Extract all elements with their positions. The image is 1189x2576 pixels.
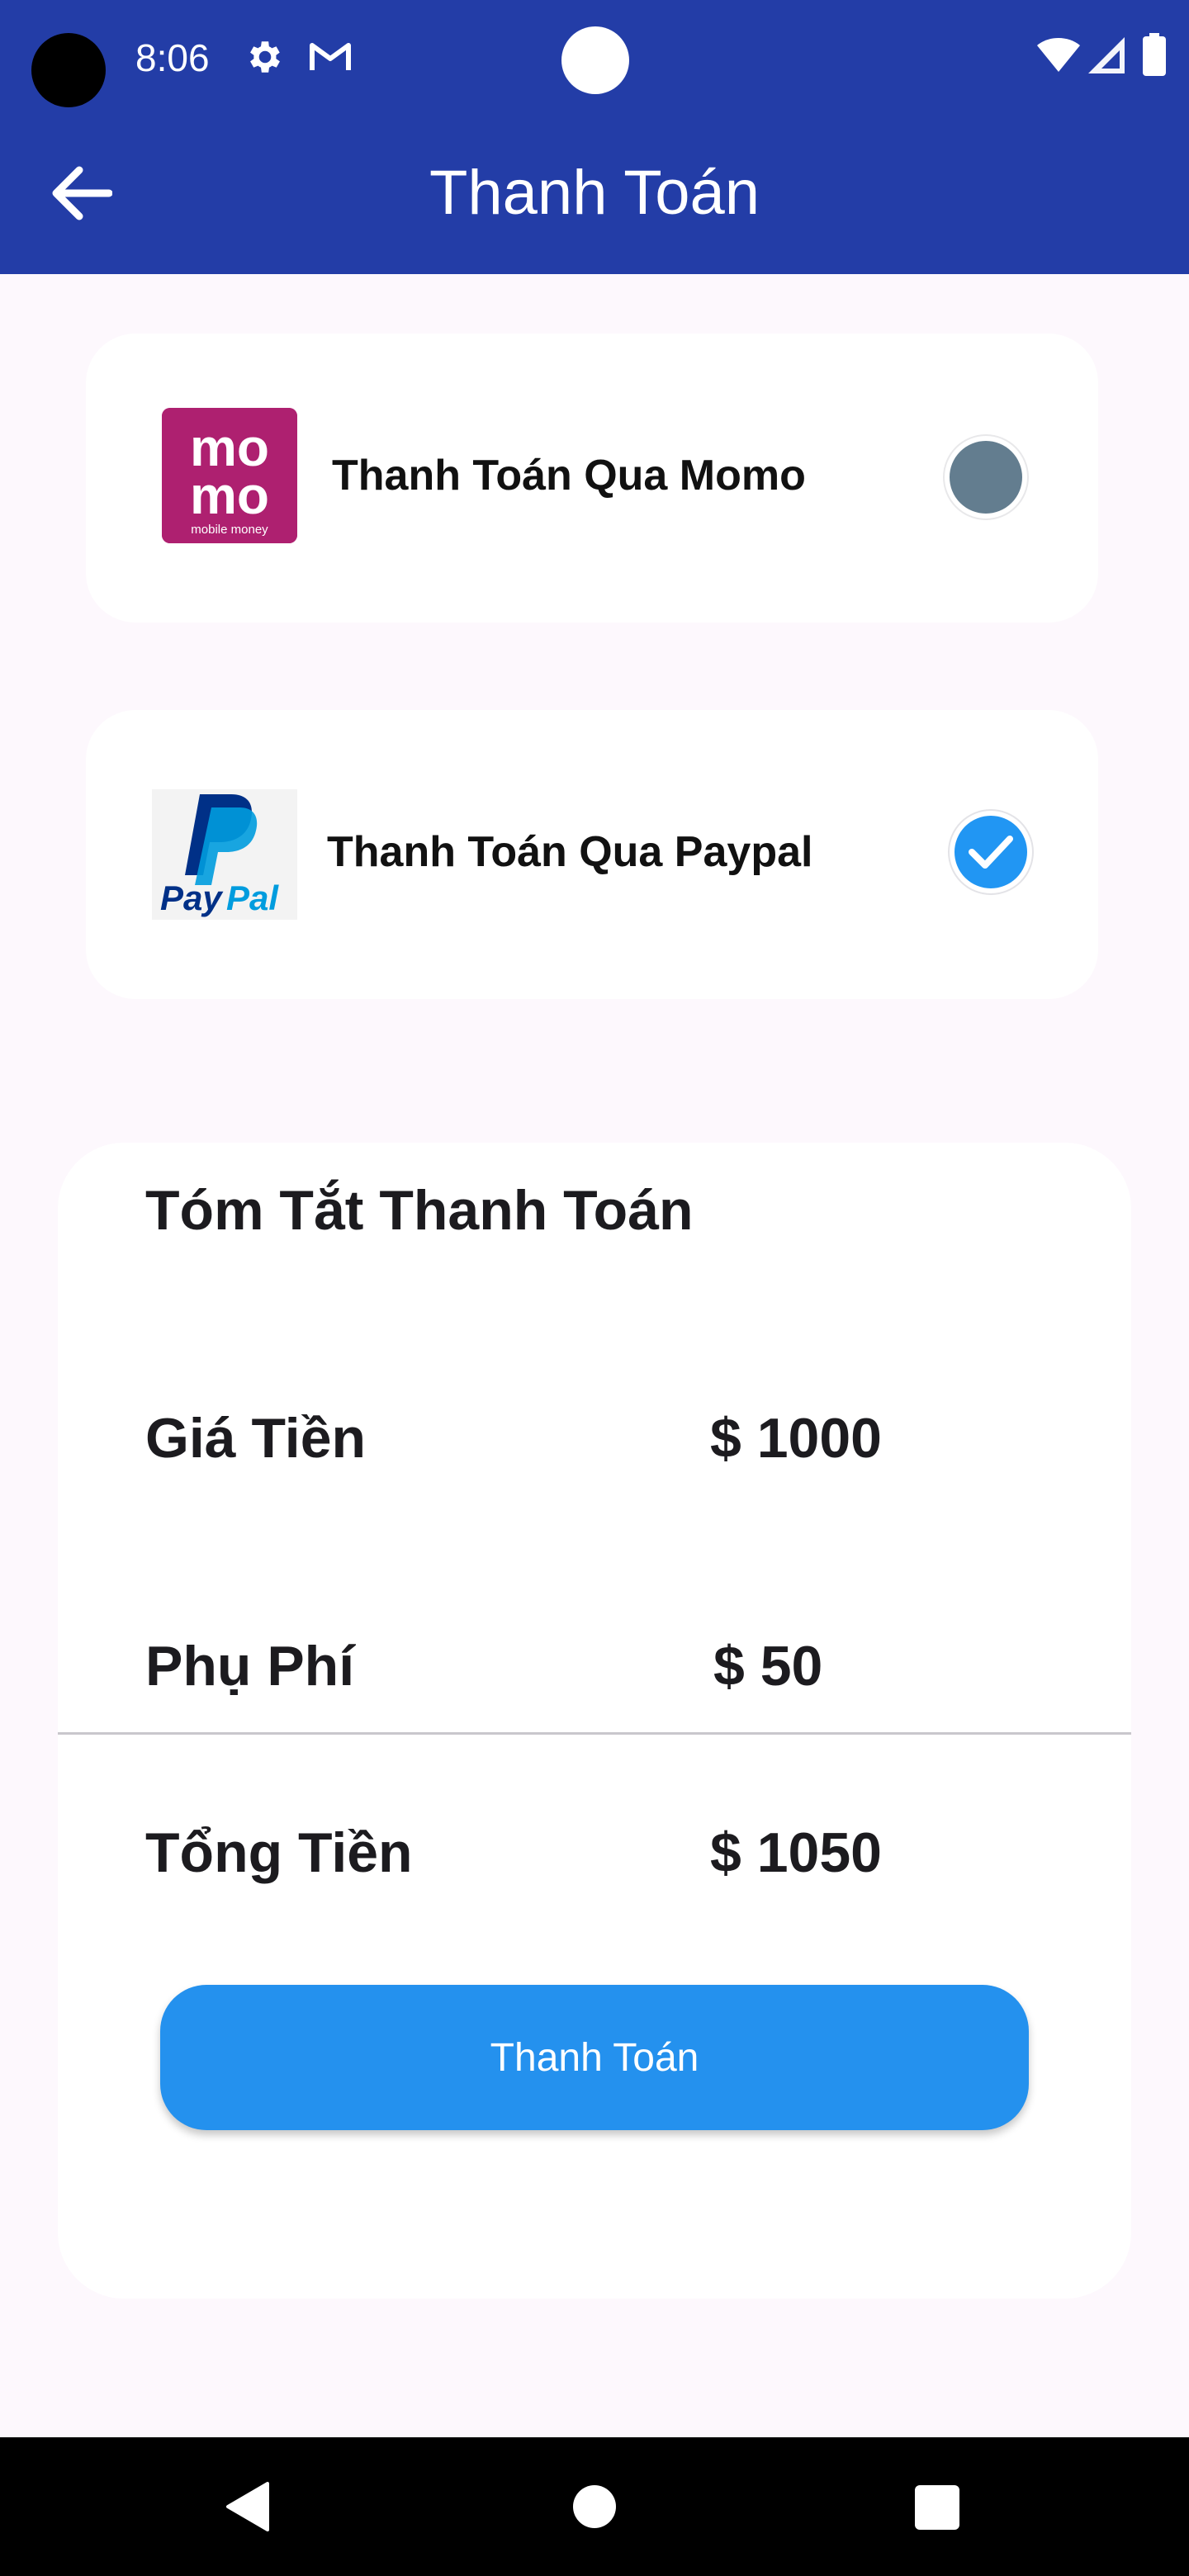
status-bar: 8:06 xyxy=(0,0,1189,116)
paypal-logo-pal: Pal xyxy=(226,878,279,917)
check-icon xyxy=(969,836,1013,869)
summary-title: Tóm Tắt Thanh Toán xyxy=(145,1179,694,1242)
nav-home-icon[interactable] xyxy=(573,2485,616,2528)
pay-button[interactable]: Thanh Toán xyxy=(160,1985,1029,2130)
payment-option-momo[interactable]: mo mo mobile money Thanh Toán Qua Momo xyxy=(86,334,1098,623)
app-bar: 8:06 Thanh Toán xyxy=(0,0,1189,274)
divider xyxy=(58,1732,1131,1735)
front-camera-dot xyxy=(561,26,629,94)
battery-icon xyxy=(1143,33,1166,76)
price-label: Giá Tiền xyxy=(145,1407,367,1470)
paypal-option-label: Thanh Toán Qua Paypal xyxy=(327,828,813,876)
momo-radio-button[interactable] xyxy=(945,436,1027,519)
price-value: $ 1000 xyxy=(710,1407,882,1470)
payment-summary-card: Tóm Tắt Thanh Toán Giá Tiền $ 1000 Phụ P… xyxy=(58,1143,1131,2299)
nav-back-icon[interactable] xyxy=(225,2480,271,2533)
fee-value: $ 50 xyxy=(713,1635,823,1698)
status-time: 8:06 xyxy=(135,36,210,79)
momo-logo-caption: mobile money xyxy=(191,523,268,537)
gear-icon xyxy=(250,41,280,73)
momo-logo-line2: mo xyxy=(190,466,269,525)
fee-label: Phụ Phí xyxy=(145,1635,355,1698)
momo-option-label: Thanh Toán Qua Momo xyxy=(332,452,806,500)
paypal-logo-pay: Pay xyxy=(160,878,224,917)
paypal-logo: Pay Pal xyxy=(152,789,297,920)
total-label: Tổng Tiền xyxy=(145,1821,413,1884)
total-value: $ 1050 xyxy=(710,1821,882,1884)
navigation-bar xyxy=(0,2437,1189,2576)
signal-icon xyxy=(1088,37,1125,73)
momo-logo: mo mo mobile money xyxy=(162,408,297,543)
gmail-icon xyxy=(310,43,351,70)
page-title: Thanh Toán xyxy=(429,158,760,228)
wifi-icon xyxy=(1037,38,1080,72)
paypal-radio-button[interactable] xyxy=(950,811,1032,893)
nav-recents-icon[interactable] xyxy=(915,2485,959,2530)
camera-cutout xyxy=(31,33,106,107)
payment-option-paypal[interactable]: Pay Pal Thanh Toán Qua Paypal xyxy=(86,710,1098,999)
